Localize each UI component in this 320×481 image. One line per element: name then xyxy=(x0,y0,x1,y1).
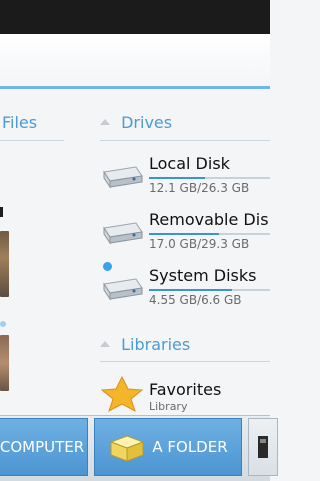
drive-system-disks[interactable]: System Disks 4.55 GB/6.6 GB xyxy=(100,262,275,318)
file-thumbnail[interactable] xyxy=(0,231,9,297)
library-name: Favorites xyxy=(149,380,222,399)
drives-section-divider xyxy=(100,140,270,141)
bottom-toolbar: COMPUTER A FOLDER xyxy=(0,415,278,481)
star-icon xyxy=(100,376,144,412)
libraries-section-header: Libraries xyxy=(100,335,190,354)
drive-name: Removable Dis xyxy=(149,210,269,229)
folder-button[interactable]: A FOLDER xyxy=(94,418,242,476)
drive-usage-fill xyxy=(149,177,205,179)
file-thumbnail-edge xyxy=(0,207,3,217)
computer-button-label: COMPUTER xyxy=(0,438,85,456)
device-icon xyxy=(258,436,268,458)
hard-drive-icon xyxy=(103,222,143,245)
drives-section-header: Drives xyxy=(100,113,172,132)
main-content: Files Drives Local Disk 12.1 GB/26.3 GB … xyxy=(0,89,270,415)
address-bar[interactable] xyxy=(0,34,270,89)
drive-size: 12.1 GB/26.3 GB xyxy=(149,181,250,195)
drive-usage-bar xyxy=(149,177,270,179)
files-section-divider xyxy=(0,140,64,141)
file-indicator-dot xyxy=(0,321,6,327)
drive-usage-bar xyxy=(149,233,270,235)
system-indicator-icon xyxy=(103,262,112,271)
file-thumbnail[interactable] xyxy=(0,335,9,391)
libraries-section-label: Libraries xyxy=(121,335,191,354)
drive-usage-bar xyxy=(149,289,270,291)
drives-section-label: Drives xyxy=(121,113,173,132)
hard-drive-icon xyxy=(103,278,143,301)
library-subtitle: Library xyxy=(149,400,188,413)
drive-removable-disk[interactable]: Removable Dis 17.0 GB/29.3 GB xyxy=(100,210,275,262)
collapse-triangle-icon[interactable] xyxy=(100,118,110,125)
folder-button-label: A FOLDER xyxy=(152,438,228,456)
drive-local-disk[interactable]: Local Disk 12.1 GB/26.3 GB xyxy=(100,154,275,206)
drive-size: 4.55 GB/6.6 GB xyxy=(149,293,242,307)
drive-name: Local Disk xyxy=(149,154,230,173)
box-icon xyxy=(109,435,145,462)
computer-button[interactable]: COMPUTER xyxy=(0,418,88,476)
hard-drive-icon xyxy=(103,166,143,189)
library-favorites[interactable]: Favorites Library xyxy=(100,374,270,414)
drive-usage-fill xyxy=(149,289,233,291)
drive-usage-fill xyxy=(149,233,220,235)
more-button[interactable] xyxy=(248,418,278,476)
drive-size: 17.0 GB/29.3 GB xyxy=(149,237,250,251)
drive-name: System Disks xyxy=(149,266,257,285)
collapse-triangle-icon[interactable] xyxy=(100,340,110,347)
files-section-header: Files xyxy=(2,113,37,132)
status-bar xyxy=(0,0,270,34)
libraries-section-divider xyxy=(100,361,270,362)
files-section-label: Files xyxy=(2,113,38,132)
